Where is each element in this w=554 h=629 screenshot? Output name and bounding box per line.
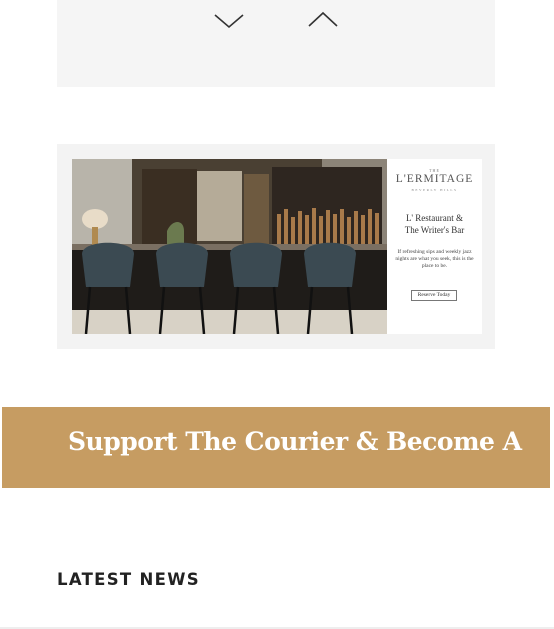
ad-heading-line2: The Writer's Bar [404, 225, 465, 235]
ad-heading: L' Restaurant & The Writer's Bar [391, 212, 478, 236]
support-banner[interactable]: Support The Courier & Become A [2, 407, 550, 488]
chevron-up-icon[interactable] [307, 8, 339, 30]
bar-interior-photo [72, 159, 387, 334]
ad-copy: THE L'ERMITAGE BEVERLY HILLS L' Restaura… [387, 159, 482, 334]
advertisement: THE L'ERMITAGE BEVERLY HILLS L' Restaura… [57, 144, 495, 349]
ad-heading-line1: L' Restaurant & [405, 213, 464, 223]
ad-brand-logo: L'ERMITAGE [395, 173, 474, 185]
pager-controls [57, 0, 495, 87]
reserve-today-button[interactable]: Reserve Today [411, 290, 457, 301]
chevron-down-icon[interactable] [213, 8, 245, 30]
support-banner-text: Support The Courier & Become A [68, 427, 522, 456]
ad-body-text: If refreshing sips and weekly jazz night… [395, 249, 474, 269]
latest-news-heading: LATEST NEWS [57, 570, 200, 589]
ad-brand-location: BEVERLY HILLS [411, 188, 458, 192]
ad-banner[interactable]: THE L'ERMITAGE BEVERLY HILLS L' Restaura… [72, 159, 482, 334]
